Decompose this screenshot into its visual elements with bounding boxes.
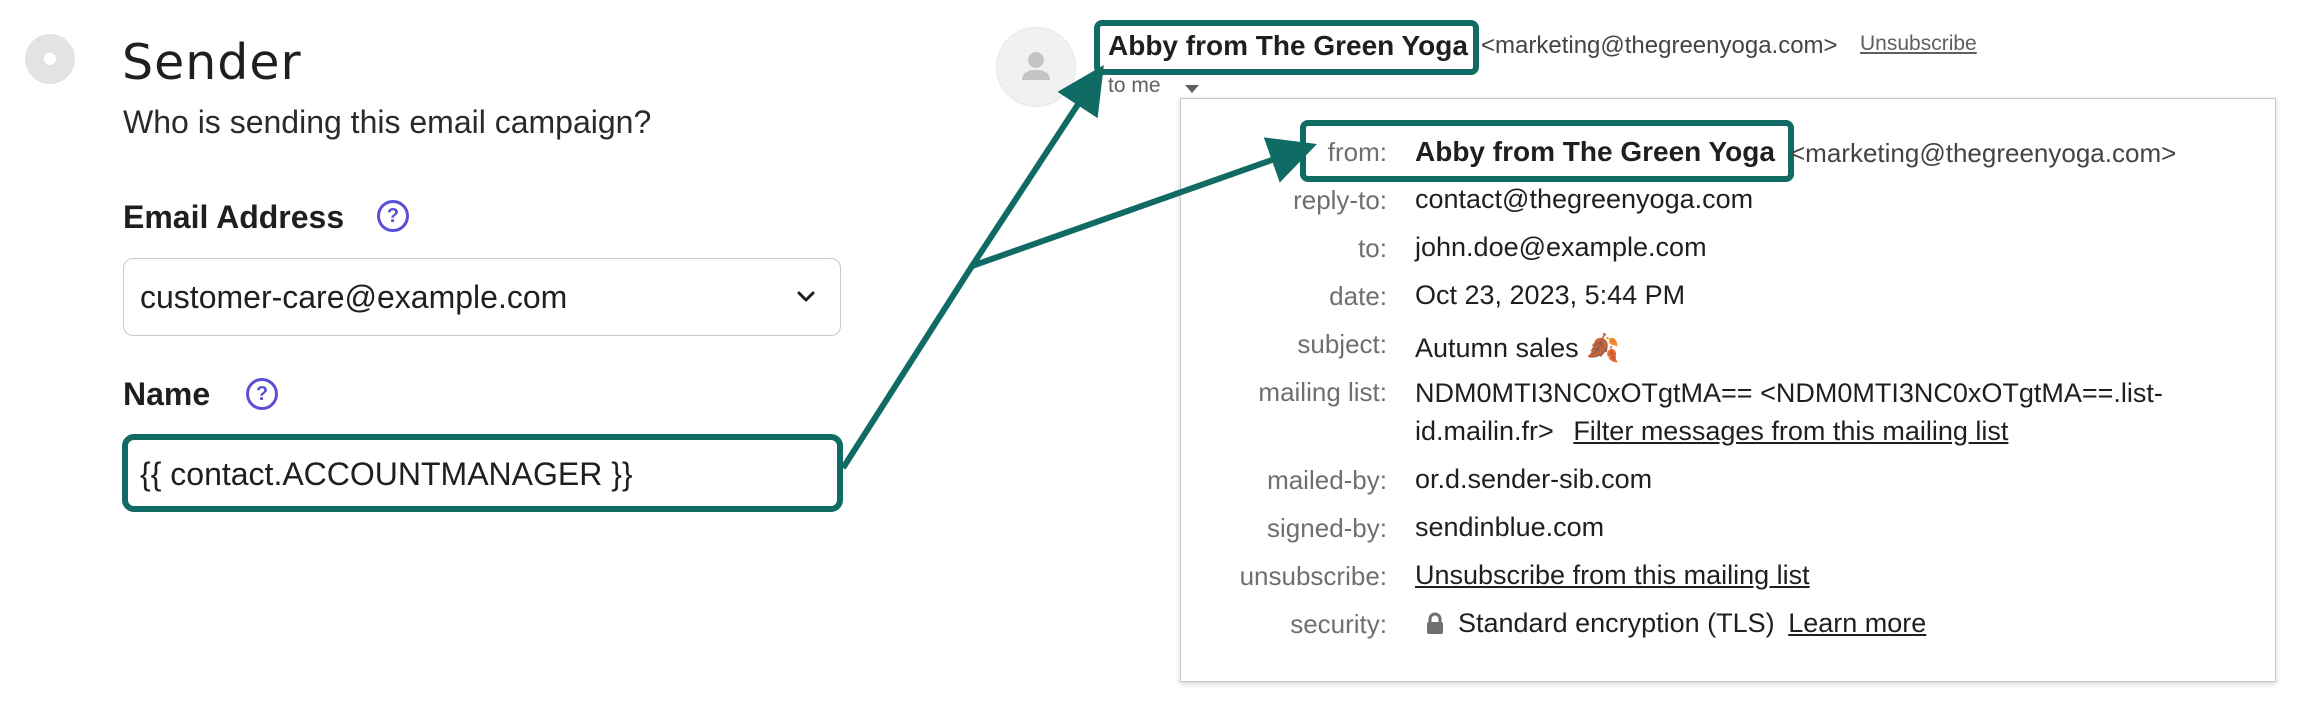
email-address-select[interactable]: customer-care@example.com (123, 258, 841, 336)
section-subtitle: Who is sending this email campaign? (123, 104, 652, 140)
date-label: date: (1329, 281, 1387, 311)
sender-name-value: {{ contact.ACCOUNTMANAGER }} (140, 456, 633, 492)
reply-to-label: reply-to: (1293, 185, 1387, 215)
caret-down-icon[interactable] (1184, 84, 1200, 94)
name-label: Name (123, 376, 211, 412)
unsubscribe-label: unsubscribe: (1239, 561, 1387, 591)
mailing-list-line2: id.mailin.fr> (1415, 416, 1554, 446)
mailed-by-label: mailed-by: (1267, 465, 1387, 495)
name-help-icon[interactable]: ? (246, 378, 278, 410)
sender-name-input[interactable]: {{ contact.ACCOUNTMANAGER }} (122, 434, 843, 512)
header-sender-name: Abby from The Green Yoga (1108, 30, 1468, 61)
signed-by-label: signed-by: (1267, 513, 1387, 543)
to-label: to: (1358, 233, 1387, 263)
lock-icon (1427, 612, 1443, 634)
unsubscribe-link[interactable]: Unsubscribe (1860, 32, 1977, 56)
security-row: Standard encryption (TLS) Learn more (1458, 608, 1926, 639)
filter-messages-link[interactable]: Filter messages from this mailing list (1573, 416, 2008, 446)
mailing-list-line2-row: id.mailin.fr> Filter messages from this … (1415, 416, 2008, 447)
leaf-emoji: 🍂 (1586, 333, 1620, 363)
to-me-label[interactable]: to me (1108, 74, 1161, 98)
reply-to-value: contact@thegreenyoga.com (1415, 184, 1754, 214)
subject-value: Autumn sales (1415, 333, 1579, 363)
header-sender-email: <marketing@thegreenyoga.com> (1481, 32, 1838, 59)
chevron-down-icon (797, 291, 815, 302)
arrow-to-header (840, 64, 1104, 470)
email-help-icon[interactable]: ? (377, 200, 409, 232)
from-name: Abby from The Green Yoga (1415, 136, 1775, 167)
avatar-person-icon (1022, 52, 1050, 80)
subject-row: Autumn sales 🍂 (1415, 332, 1620, 364)
from-email: <marketing@thegreenyoga.com> (1790, 138, 2177, 168)
avatar (996, 27, 1076, 107)
learn-more-link[interactable]: Learn more (1788, 608, 1926, 638)
step-indicator (25, 34, 75, 84)
section-title: Sender (122, 34, 302, 91)
mailed-by-value: or.d.sender-sib.com (1415, 464, 1653, 494)
mailing-list-line1: NDM0MTI3NC0xOTgtMA== <NDM0MTI3NC0xOTgtMA… (1415, 378, 2163, 408)
email-address-label: Email Address (123, 199, 345, 235)
signed-by-value: sendinblue.com (1415, 512, 1605, 542)
security-label: security: (1290, 609, 1387, 639)
from-label: from: (1327, 137, 1387, 167)
subject-label: subject: (1297, 329, 1387, 359)
unsubscribe-mailing-list-link[interactable]: Unsubscribe from this mailing list (1415, 560, 1810, 591)
to-value: john.doe@example.com (1415, 232, 1707, 262)
date-value: Oct 23, 2023, 5:44 PM (1415, 280, 1686, 310)
email-address-value: customer-care@example.com (140, 279, 568, 315)
mailing-list-label: mailing list: (1258, 377, 1387, 407)
security-value: Standard encryption (TLS) (1458, 608, 1775, 638)
